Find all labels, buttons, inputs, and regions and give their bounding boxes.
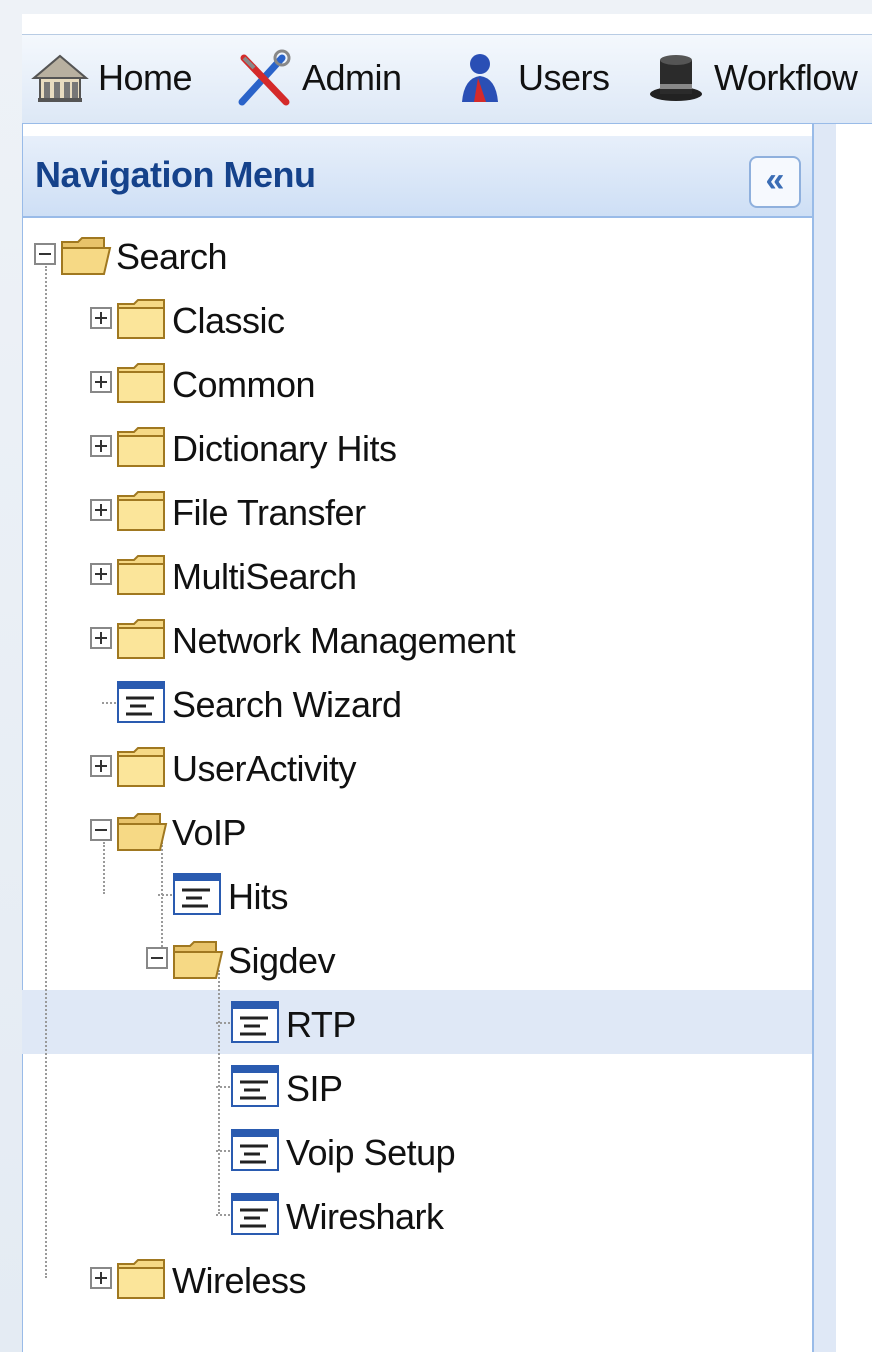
document-icon: [230, 1000, 282, 1044]
collapse-icon[interactable]: [90, 819, 112, 841]
expand-icon[interactable]: [90, 435, 112, 457]
tree-node-wireshark[interactable]: Wireshark: [22, 1182, 812, 1246]
expand-icon[interactable]: [90, 1267, 112, 1289]
tree-node-label: Sigdev: [228, 940, 336, 981]
tree-node-search[interactable]: Search: [22, 222, 812, 286]
folder-icon: [116, 488, 168, 532]
toolbar-home-label: Home: [98, 57, 193, 98]
tree-node-search-wizard[interactable]: Search Wizard: [22, 670, 812, 734]
tree-node-label: VoIP: [172, 812, 247, 853]
folder-open-icon: [60, 232, 112, 276]
tree-node-label: Search Wizard: [172, 684, 402, 725]
expand-icon[interactable]: [90, 563, 112, 585]
tree-node-label: Network Management: [172, 620, 516, 661]
admin-tools-icon: [238, 49, 291, 106]
toolbar-workflow-button[interactable]: Workflow: [646, 47, 858, 109]
tree-node-label: Classic: [172, 300, 285, 341]
toolbar-workflow-label: Workflow: [714, 57, 858, 98]
document-icon: [230, 1192, 282, 1236]
tree-node-sip[interactable]: SIP: [22, 1054, 812, 1118]
tree-node-file-transfer[interactable]: File Transfer: [22, 478, 812, 542]
toolbar-users-label: Users: [518, 57, 610, 98]
collapse-icon[interactable]: [34, 243, 56, 265]
tree-node-multisearch[interactable]: MultiSearch: [22, 542, 812, 606]
tree-node-label: UserActivity: [172, 748, 357, 789]
tree-node-network-management[interactable]: Network Management: [22, 606, 812, 670]
folder-icon: [116, 424, 168, 468]
tree-node-label: Hits: [228, 876, 289, 917]
expand-icon[interactable]: [90, 371, 112, 393]
document-icon: [230, 1064, 282, 1108]
tree-node-label: SIP: [286, 1068, 343, 1109]
tree-node-label: Wireshark: [286, 1196, 444, 1237]
tree-node-label: Common: [172, 364, 316, 405]
tree-node-hits[interactable]: Hits: [22, 862, 812, 926]
tree-node-label: Search: [116, 236, 228, 277]
tree-node-label: File Transfer: [172, 492, 366, 533]
folder-open-icon: [116, 808, 168, 852]
tree-node-label: Voip Setup: [286, 1132, 456, 1173]
toolbar-admin-label: Admin: [302, 57, 402, 98]
navigation-panel-header: Navigation Menu «: [23, 136, 813, 218]
folder-icon: [116, 1256, 168, 1300]
tree-node-common[interactable]: Common: [22, 350, 812, 414]
user-icon: [462, 54, 498, 102]
collapse-panel-button[interactable]: «: [749, 156, 801, 208]
toolbar-users-button[interactable]: Users: [450, 47, 610, 109]
document-icon: [230, 1128, 282, 1172]
toolbar-admin-button[interactable]: Admin: [234, 47, 402, 109]
expand-icon[interactable]: [90, 499, 112, 521]
folder-icon: [116, 360, 168, 404]
home-icon: [31, 54, 89, 102]
folder-icon: [116, 616, 168, 660]
folder-icon: [116, 296, 168, 340]
expand-icon[interactable]: [90, 307, 112, 329]
document-icon: [116, 680, 168, 724]
tree-node-rtp[interactable]: RTP: [22, 990, 812, 1054]
collapse-icon[interactable]: [146, 947, 168, 969]
tree-node-classic[interactable]: Classic: [22, 286, 812, 350]
tree-node-voip-setup[interactable]: Voip Setup: [22, 1118, 812, 1182]
toolbar-home-button[interactable]: Home: [30, 47, 193, 109]
tree-node-label: Wireless: [172, 1260, 307, 1301]
folder-icon: [116, 552, 168, 596]
main-toolbar: Home Admin Users Workflow: [22, 34, 872, 125]
tree-node-dictionary-hits[interactable]: Dictionary Hits: [22, 414, 812, 478]
content-area: [836, 124, 872, 1352]
expand-icon[interactable]: [90, 755, 112, 777]
folder-open-icon: [172, 936, 224, 980]
tree-node-label: RTP: [286, 1004, 356, 1045]
folder-icon: [116, 744, 168, 788]
tree-node-label: MultiSearch: [172, 556, 357, 597]
top-hat-icon: [650, 55, 702, 101]
tree-node-sigdev[interactable]: Sigdev: [22, 926, 812, 990]
expand-icon[interactable]: [90, 627, 112, 649]
tree-node-voip[interactable]: VoIP: [22, 798, 812, 862]
tree-node-wireless[interactable]: Wireless: [22, 1246, 812, 1310]
tree-node-label: Dictionary Hits: [172, 428, 397, 469]
document-icon: [172, 872, 224, 916]
tree-node-useractivity[interactable]: UserActivity: [22, 734, 812, 798]
panel-splitter[interactable]: [812, 124, 838, 1352]
navigation-panel-title: Navigation Menu: [35, 154, 316, 195]
